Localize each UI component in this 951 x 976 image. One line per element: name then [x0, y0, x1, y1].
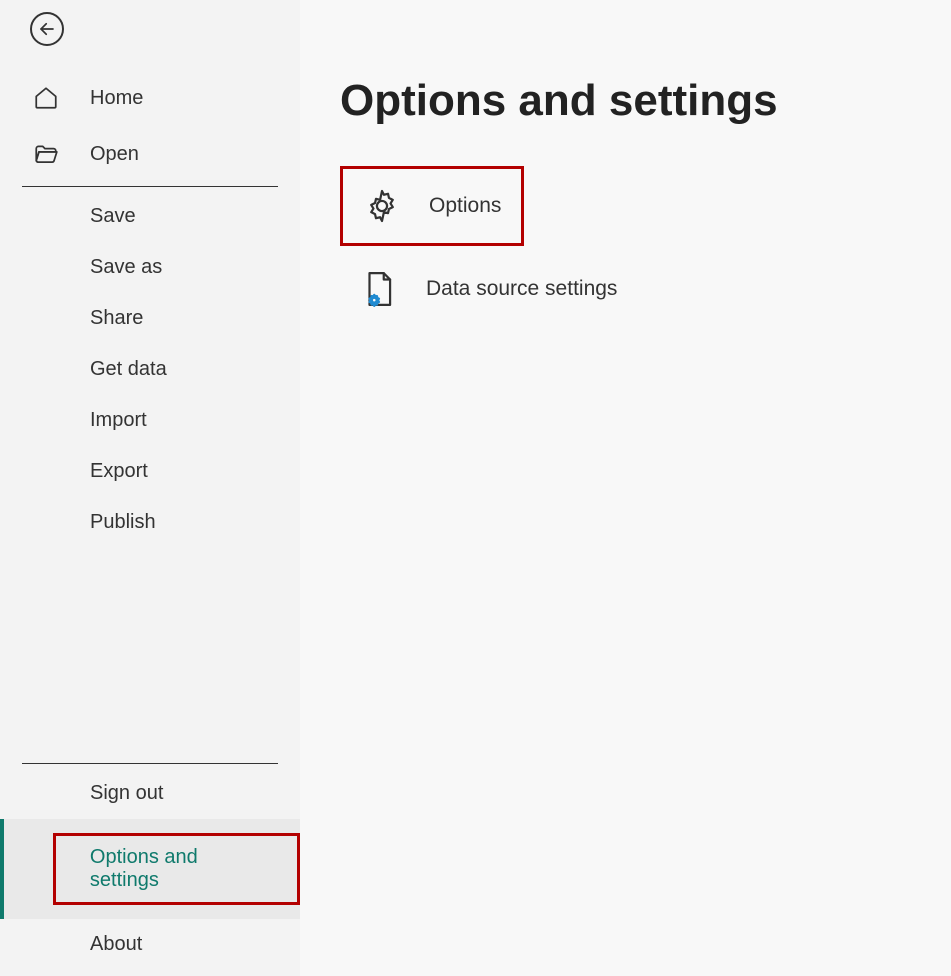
sidebar-divider-1 [22, 186, 278, 187]
sidebar-item-publish[interactable]: Publish [0, 497, 300, 548]
folder-open-icon [32, 140, 60, 168]
sidebar-label-home: Home [90, 87, 143, 110]
option-item-data-source[interactable]: Data source settings [340, 252, 911, 326]
page-title: Options and settings [340, 76, 911, 126]
sidebar-label-sign-out: Sign out [90, 782, 163, 805]
gear-icon [363, 187, 401, 225]
sidebar-label-open: Open [90, 143, 139, 166]
sidebar: Home Open Save Save as Share Get data Im… [0, 0, 300, 976]
home-icon [32, 84, 60, 112]
sidebar-item-home[interactable]: Home [0, 70, 300, 126]
document-gear-icon [360, 270, 398, 308]
sidebar-label-get-data: Get data [90, 358, 167, 381]
sidebar-label-export: Export [90, 460, 148, 483]
option-item-options[interactable]: Options [343, 169, 521, 243]
sidebar-item-save[interactable]: Save [0, 191, 300, 242]
sidebar-label-save-as: Save as [90, 256, 162, 279]
main-panel: Options and settings Options [300, 0, 951, 976]
sidebar-item-save-as[interactable]: Save as [0, 242, 300, 293]
highlight-options-settings: Options and settings [53, 833, 300, 905]
sidebar-label-about: About [90, 933, 142, 956]
sidebar-label-options-settings: Options and settings [90, 846, 198, 891]
arrow-left-icon [38, 20, 56, 38]
sidebar-item-options-and-settings[interactable]: Options and settings [0, 819, 300, 919]
sidebar-item-get-data[interactable]: Get data [0, 344, 300, 395]
sidebar-item-open[interactable]: Open [0, 126, 300, 182]
sidebar-item-about[interactable]: About [0, 919, 300, 976]
sidebar-label-publish: Publish [90, 511, 156, 534]
sidebar-divider-2 [22, 763, 278, 764]
sidebar-label-save: Save [90, 205, 136, 228]
sidebar-label-share: Share [90, 307, 143, 330]
sidebar-item-sign-out[interactable]: Sign out [0, 768, 300, 819]
sidebar-item-export[interactable]: Export [0, 446, 300, 497]
back-button[interactable] [30, 12, 64, 46]
option-label-data-source: Data source settings [426, 277, 617, 301]
sidebar-item-import[interactable]: Import [0, 395, 300, 446]
highlight-options: Options [340, 166, 524, 246]
sidebar-label-import: Import [90, 409, 147, 432]
sidebar-item-share[interactable]: Share [0, 293, 300, 344]
option-label-options: Options [429, 194, 501, 218]
